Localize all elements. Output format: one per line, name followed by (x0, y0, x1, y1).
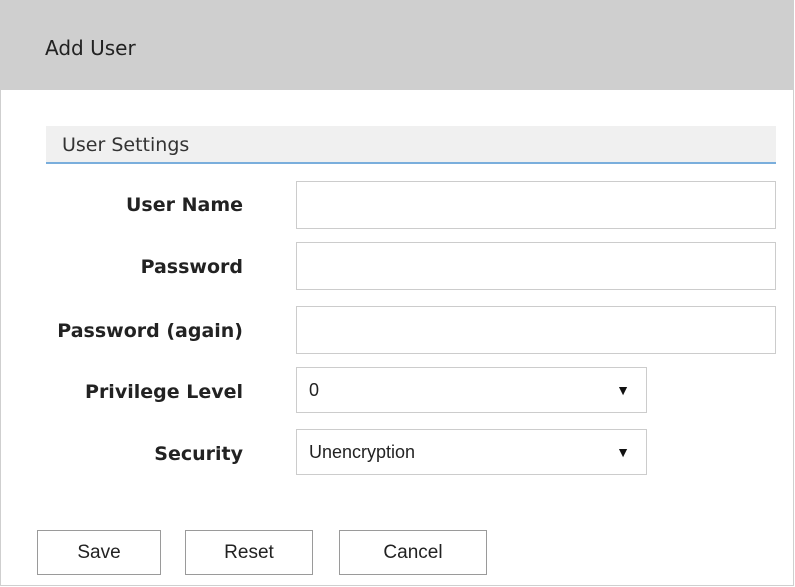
dialog-title: Add User (45, 36, 136, 60)
dropdown-arrow-icon: ▼ (616, 382, 630, 398)
privilege-level-value: 0 (309, 380, 320, 400)
cancel-button[interactable]: Cancel (339, 530, 487, 575)
save-button[interactable]: Save (37, 530, 161, 575)
dialog-header: Add User (1, 0, 793, 90)
user-name-input[interactable] (296, 181, 776, 229)
security-select[interactable]: Unencryption ▼ (296, 429, 647, 475)
section-title: User Settings (62, 134, 190, 156)
privilege-level-select[interactable]: 0 ▼ (296, 367, 647, 413)
password-label: Password (140, 256, 243, 278)
user-settings-section-header: User Settings (46, 126, 776, 164)
privilege-level-label: Privilege Level (85, 381, 243, 403)
dropdown-arrow-icon: ▼ (616, 444, 630, 460)
password-input[interactable] (296, 242, 776, 290)
password-again-label: Password (again) (57, 320, 243, 342)
add-user-dialog: Add User User Settings User Name Passwor… (0, 0, 794, 586)
reset-button[interactable]: Reset (185, 530, 313, 575)
security-label: Security (154, 443, 243, 465)
security-value: Unencryption (309, 442, 416, 462)
user-name-label: User Name (125, 194, 243, 216)
password-again-input[interactable] (296, 306, 776, 354)
